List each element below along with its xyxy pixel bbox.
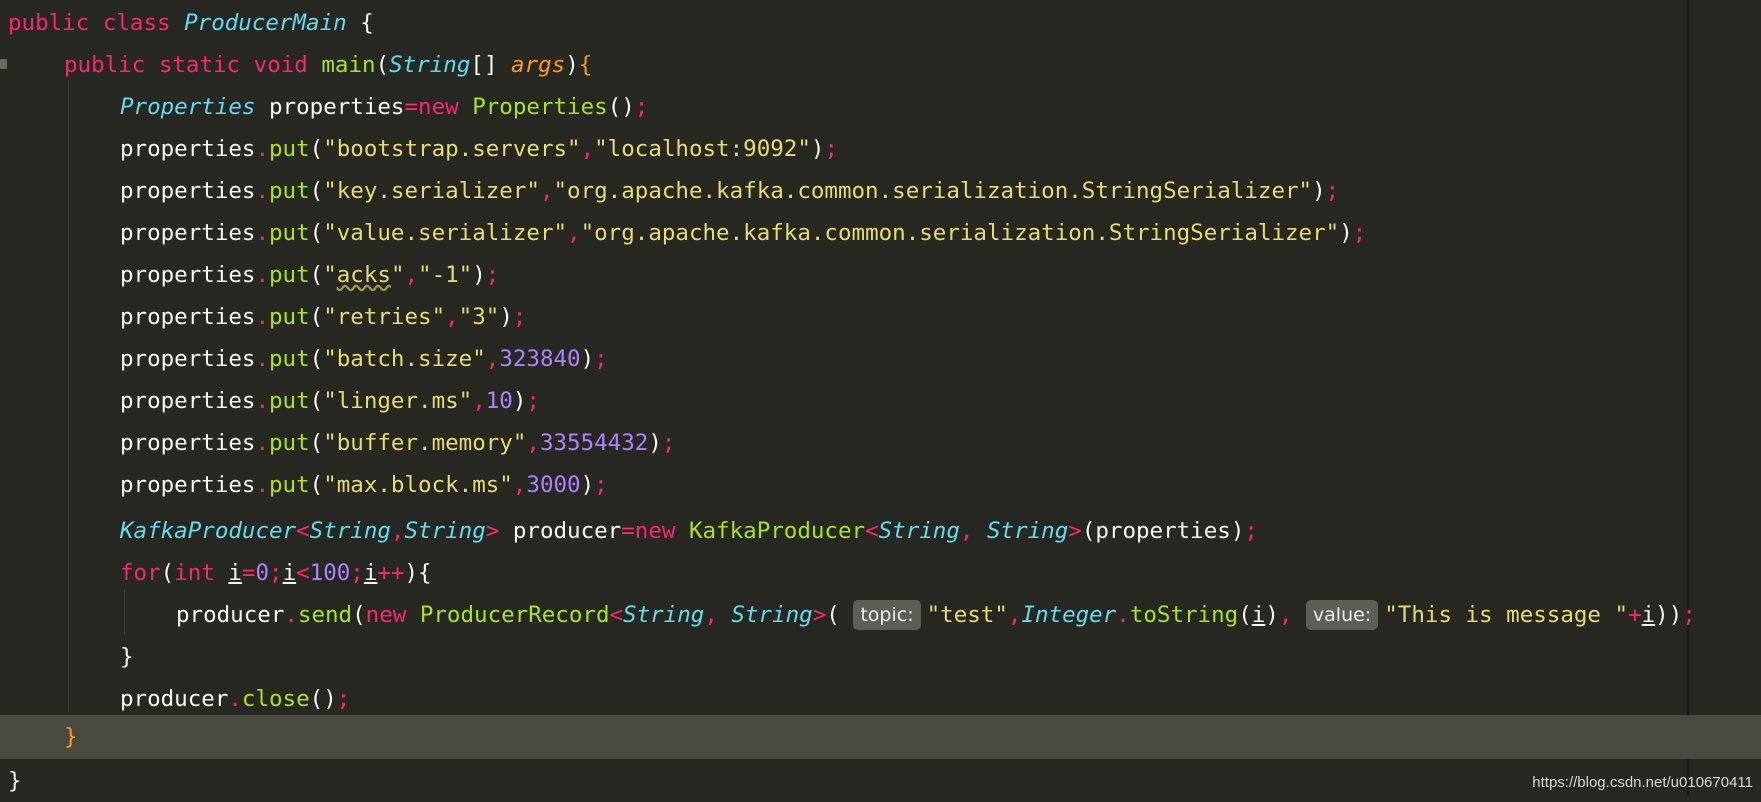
put-key: "value.serializer" xyxy=(323,220,568,246)
put-key: "retries" xyxy=(323,304,446,330)
code-line[interactable]: producer.close(); xyxy=(0,678,1761,720)
watermark: https://blog.csdn.net/u010670411 xyxy=(1532,774,1753,791)
code-line[interactable]: producer.send(new ProducerRecord<String,… xyxy=(0,594,1761,636)
put-value: "org.apache.kafka.common.serialization.S… xyxy=(553,178,1313,204)
put-value: 33554432 xyxy=(539,430,649,456)
code-line-put[interactable]: properties.put("buffer.memory",33554432)… xyxy=(0,422,1761,464)
code-line[interactable]: } xyxy=(0,636,1761,678)
put-key: "max.block.ms" xyxy=(323,472,513,498)
put-value: 323840 xyxy=(499,346,581,372)
code-line-put[interactable]: properties.put("linger.ms",10); xyxy=(0,380,1761,422)
code-line[interactable]: public class ProducerMain { xyxy=(0,2,1761,44)
code-editor[interactable]: public class ProducerMain { public stati… xyxy=(0,0,1761,797)
put-key: "linger.ms" xyxy=(323,388,473,414)
code-line-put[interactable]: properties.put("retries","3"); xyxy=(0,296,1761,338)
parameter-hint-value: value: xyxy=(1305,600,1379,630)
code-line-put[interactable]: properties.put("key.serializer","org.apa… xyxy=(0,170,1761,212)
put-value: "-1" xyxy=(418,262,473,288)
put-value: "localhost:9092" xyxy=(594,136,811,162)
code-line-put[interactable]: properties.put("bootstrap.servers","loca… xyxy=(0,128,1761,170)
code-line[interactable]: } xyxy=(0,760,1761,802)
put-key: "batch.size" xyxy=(323,346,486,372)
put-key: "bootstrap.servers" xyxy=(323,136,581,162)
code-line[interactable]: Properties properties=new Properties(); xyxy=(0,86,1761,128)
parameter-hint-topic: topic: xyxy=(853,600,921,630)
put-key: "key.serializer" xyxy=(323,178,540,204)
put-value: 10 xyxy=(485,388,513,414)
class-name: ProducerMain xyxy=(184,10,347,36)
code-line[interactable]: KafkaProducer<String,String> producer=ne… xyxy=(0,510,1761,552)
code-line-put[interactable]: properties.put("value.serializer","org.a… xyxy=(0,212,1761,254)
code-line-put[interactable]: properties.put("batch.size",323840); xyxy=(0,338,1761,380)
put-key: "buffer.memory" xyxy=(323,430,527,456)
put-value: 3000 xyxy=(526,472,581,498)
code-line-put[interactable]: properties.put("acks","-1"); xyxy=(0,254,1761,296)
put-key: "acks" xyxy=(323,262,405,288)
code-line[interactable]: public static void main(String[] args){ xyxy=(0,44,1761,86)
code-line[interactable]: for(int i=0;i<100;i++){ xyxy=(0,552,1761,594)
current-line[interactable]: } xyxy=(0,715,1761,759)
put-value: "3" xyxy=(458,304,500,330)
code-line-put[interactable]: properties.put("max.block.ms",3000); xyxy=(0,464,1761,506)
method-name: main xyxy=(321,52,376,78)
put-value: "org.apache.kafka.common.serialization.S… xyxy=(580,220,1340,246)
